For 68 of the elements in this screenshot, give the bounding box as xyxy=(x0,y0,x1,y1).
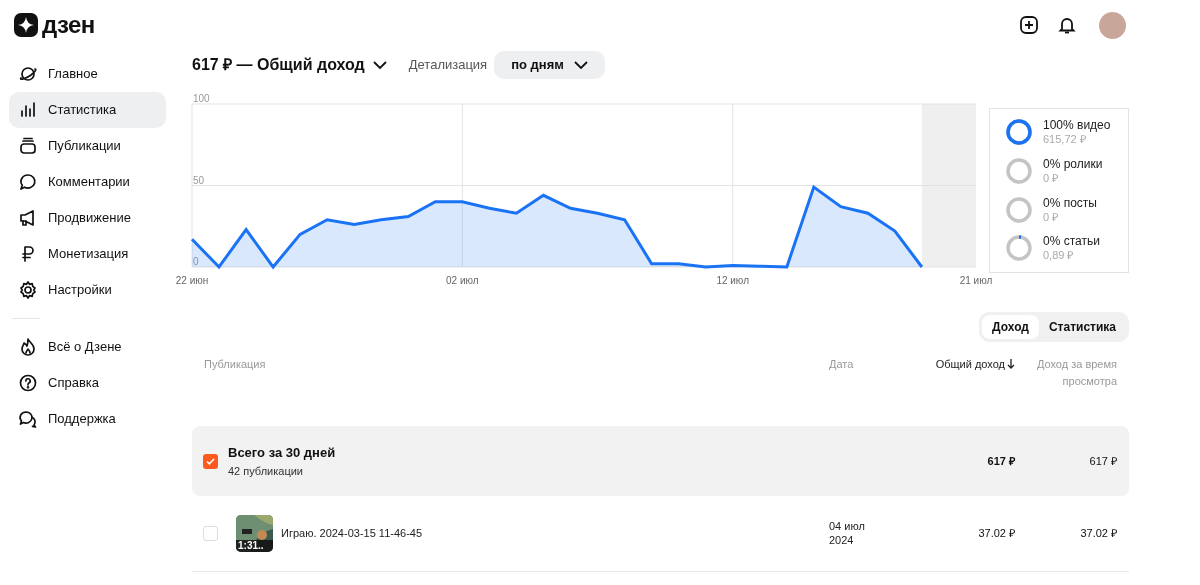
detail-label: Детализация xyxy=(408,56,488,75)
chevron-icon xyxy=(573,60,588,70)
table-cell: 37.02 ₽ xyxy=(978,527,1015,540)
share-ring xyxy=(1005,234,1033,263)
sidebar-item[interactable]: Всё о Дзене xyxy=(9,329,166,365)
sidebar-item[interactable]: Продвижение xyxy=(9,200,166,236)
column-header[interactable]: Общий доход xyxy=(935,356,1005,373)
column-header: Дата xyxy=(829,357,855,372)
share-ring xyxy=(1005,118,1033,146)
table-cell: 617 ₽ xyxy=(987,454,1015,467)
x-tick-label: 21 июл xyxy=(959,275,993,286)
sidebar-item[interactable]: Статистика xyxy=(9,92,166,128)
view-tab[interactable]: Доход xyxy=(982,315,1039,339)
chat-icon xyxy=(18,409,38,429)
table-cell: 37.02 ₽ xyxy=(1080,527,1117,540)
share-label: 100% видео xyxy=(1043,118,1111,133)
sidebar-item[interactable]: Комментарии xyxy=(9,164,166,200)
video-thumbnail[interactable]: 1:31.. xyxy=(236,515,273,552)
y-tick-label: 0 xyxy=(193,256,199,267)
sidebar-item[interactable]: Публикации xyxy=(9,128,166,164)
period-dropdown[interactable]: по дням xyxy=(494,51,605,79)
logo-text: дзен xyxy=(42,13,95,37)
planet-icon xyxy=(18,64,38,84)
sidebar-item[interactable]: Поддержка xyxy=(9,401,166,437)
summary-subtitle: 42 публикации xyxy=(228,463,304,479)
speech-bubble-icon xyxy=(18,172,38,192)
share-amount: 0 ₽ xyxy=(1043,210,1060,225)
date-cell-text: 04 июл xyxy=(829,519,866,534)
publication-title[interactable]: Играю. 2024-03-15 11-46-45 xyxy=(281,525,423,542)
sort-down-icon xyxy=(1007,359,1015,370)
x-tick-label: 12 июл xyxy=(716,275,749,286)
duration-label: 1:31.. xyxy=(238,541,264,551)
summary-title: Всего за 30 дней xyxy=(228,444,336,462)
checkbox[interactable] xyxy=(203,526,218,541)
date-cell-text: 2024 xyxy=(829,533,855,548)
y-tick-label: 50 xyxy=(193,174,205,186)
sidebar-item[interactable]: Монетизация xyxy=(9,236,166,272)
view-tab[interactable]: Статистика xyxy=(1038,315,1126,339)
flame-icon xyxy=(18,337,38,357)
sidebar-item[interactable]: Настройки xyxy=(9,272,166,308)
metric-dropdown[interactable]: 617 ₽ — Общий доход xyxy=(192,53,387,77)
help-icon xyxy=(18,373,38,393)
column-header: Доход за время просмотра xyxy=(1035,357,1118,389)
column-header: Публикация xyxy=(203,357,267,372)
add-icon[interactable] xyxy=(1019,15,1039,35)
bar-chart-icon xyxy=(18,100,38,120)
sidebar-item[interactable]: Главное xyxy=(9,56,166,92)
y-tick-label: 100 xyxy=(193,93,210,104)
avatar[interactable] xyxy=(1099,11,1126,39)
bell-icon[interactable] xyxy=(1057,15,1077,35)
share-ring xyxy=(1005,156,1033,185)
chevron-icon xyxy=(372,60,387,70)
settings-icon xyxy=(18,280,38,300)
share-label: 0% статьи xyxy=(1043,234,1100,250)
x-tick-label: 22 июн xyxy=(175,275,209,286)
checkbox[interactable] xyxy=(203,453,218,469)
share-label: 0% посты xyxy=(1043,195,1097,211)
share-amount: 615,72 ₽ xyxy=(1043,133,1087,147)
share-label: 0% ролики xyxy=(1043,156,1103,172)
share-ring xyxy=(1005,195,1033,224)
logo-icon xyxy=(14,13,38,37)
share-amount: 0,89 ₽ xyxy=(1043,249,1075,263)
sidebar-item[interactable]: Справка xyxy=(9,365,166,401)
check-icon xyxy=(206,457,215,465)
share-amount: 0 ₽ xyxy=(1043,171,1060,186)
table-cell: 617 ₽ xyxy=(1089,454,1117,467)
stack-icon xyxy=(18,136,38,156)
x-tick-label: 02 июл xyxy=(446,275,479,286)
